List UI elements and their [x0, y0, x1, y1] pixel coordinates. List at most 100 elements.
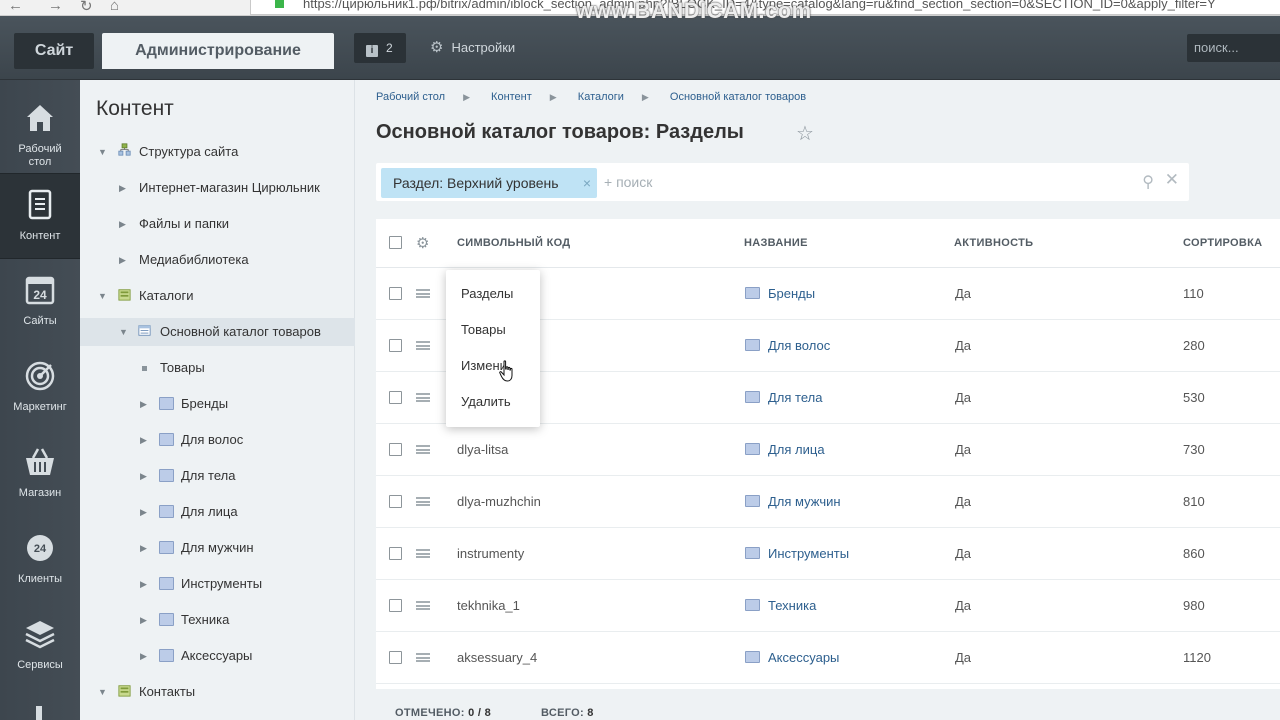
- cell-name-link[interactable]: Техника: [768, 580, 816, 632]
- cell-name-link[interactable]: Бренды: [768, 268, 815, 320]
- admin-tab[interactable]: Администрирование: [102, 33, 334, 69]
- collapsed-arrow-icon[interactable]: ▶: [119, 210, 126, 238]
- search-icon[interactable]: ⚲: [1142, 172, 1154, 192]
- expanded-arrow-icon[interactable]: ▼: [98, 282, 107, 310]
- tree-item-contacts[interactable]: ▼ Контакты: [80, 678, 355, 706]
- tree-item-brands[interactable]: ▶ Бренды: [80, 390, 355, 418]
- collapsed-arrow-icon[interactable]: ▶: [140, 498, 147, 526]
- menu-shop[interactable]: Магазин: [0, 431, 80, 517]
- breadcrumb-link[interactable]: Каталоги: [578, 91, 624, 103]
- row-menu-icon[interactable]: [416, 653, 430, 662]
- clear-icon[interactable]: ✕: [1165, 170, 1179, 190]
- tree-item-shop[interactable]: ▶ Интернет-магазин Цирюльник: [80, 174, 355, 202]
- expanded-arrow-icon[interactable]: ▼: [98, 138, 107, 166]
- tree-item-hair[interactable]: ▶ Для волос: [80, 426, 355, 454]
- context-menu-item-sections[interactable]: Разделы: [461, 286, 513, 301]
- menu-services[interactable]: Сервисы: [0, 603, 80, 689]
- reload-icon[interactable]: ↻: [80, 0, 93, 15]
- tree-item-body[interactable]: ▶ Для тела: [80, 462, 355, 490]
- collapsed-arrow-icon[interactable]: ▶: [119, 174, 126, 202]
- collapsed-arrow-icon[interactable]: ▶: [140, 534, 147, 562]
- site-button[interactable]: Сайт: [14, 33, 94, 69]
- expanded-arrow-icon[interactable]: ▼: [119, 318, 128, 346]
- collapsed-arrow-icon[interactable]: ▶: [140, 390, 147, 418]
- row-checkbox[interactable]: [389, 287, 402, 300]
- close-icon[interactable]: ×: [583, 168, 591, 198]
- filter-chip[interactable]: Раздел: Верхний уровень ×: [381, 168, 597, 198]
- star-icon[interactable]: ☆: [796, 121, 814, 146]
- top-search-input[interactable]: поиск...: [1187, 34, 1280, 62]
- breadcrumb-link[interactable]: Контент: [491, 91, 532, 103]
- row-menu-icon[interactable]: [416, 601, 430, 610]
- row-checkbox[interactable]: [389, 495, 402, 508]
- menu-content[interactable]: Контент: [0, 173, 80, 259]
- column-header[interactable]: СИМВОЛЬНЫЙ КОД: [457, 219, 570, 268]
- table-row[interactable]: tekhnika_1 Техника Да 980: [376, 580, 1280, 632]
- menu-desktop[interactable]: Рабочий стол: [0, 87, 80, 173]
- forward-icon[interactable]: →: [48, 0, 63, 14]
- cell-name-link[interactable]: Аксессуары: [768, 632, 839, 684]
- cell-name-link[interactable]: Для лица: [768, 424, 825, 476]
- notifications-button[interactable]: i2: [354, 33, 406, 63]
- context-menu-item-delete[interactable]: Удалить: [461, 394, 511, 409]
- column-header[interactable]: НАЗВАНИЕ: [744, 219, 808, 268]
- collapsed-arrow-icon[interactable]: ▶: [140, 570, 147, 598]
- row-menu-icon[interactable]: [416, 341, 430, 350]
- collapsed-arrow-icon[interactable]: ▶: [140, 426, 147, 454]
- tree-item-face[interactable]: ▶ Для лица: [80, 498, 355, 526]
- context-menu-item-products[interactable]: Товары: [461, 322, 506, 337]
- expanded-arrow-icon[interactable]: ▼: [98, 678, 107, 706]
- column-header[interactable]: АКТИВНОСТЬ: [954, 219, 1033, 268]
- tree-item-accessories[interactable]: ▶ Аксессуары: [80, 642, 355, 670]
- target-icon: [25, 361, 55, 391]
- filter-search-input[interactable]: + поиск: [604, 163, 652, 201]
- row-checkbox[interactable]: [389, 443, 402, 456]
- row-menu-icon[interactable]: [416, 445, 430, 454]
- menu-sites[interactable]: 24 Сайты: [0, 259, 80, 345]
- collapsed-arrow-icon[interactable]: ▶: [140, 606, 147, 634]
- collapsed-arrow-icon[interactable]: ▶: [119, 246, 126, 274]
- tree-item-catalogs[interactable]: ▼ Каталоги: [80, 282, 355, 310]
- row-checkbox[interactable]: [389, 651, 402, 664]
- row-menu-icon[interactable]: [416, 549, 430, 558]
- tree-item-medialib[interactable]: ▶ Медиабиблиотека: [80, 246, 355, 274]
- gear-icon[interactable]: ⚙: [416, 234, 429, 252]
- tree-item-files[interactable]: ▶ Файлы и папки: [80, 210, 355, 238]
- breadcrumb-link[interactable]: Рабочий стол: [376, 91, 445, 103]
- cell-name-link[interactable]: Инструменты: [768, 528, 849, 580]
- cell-name-link[interactable]: Для волос: [768, 320, 830, 372]
- row-checkbox[interactable]: [389, 547, 402, 560]
- breadcrumb-link[interactable]: Основной каталог товаров: [670, 91, 806, 103]
- row-checkbox[interactable]: [389, 391, 402, 404]
- column-header[interactable]: СОРТИРОВКА: [1183, 219, 1262, 268]
- tree-item-site-structure[interactable]: ▼ Структура сайта: [80, 138, 355, 166]
- home-page-icon[interactable]: ⌂: [110, 0, 119, 14]
- cell-name-link[interactable]: Для тела: [768, 372, 822, 424]
- row-checkbox[interactable]: [389, 599, 402, 612]
- tree-item-men[interactable]: ▶ Для мужчин: [80, 534, 355, 562]
- filter-search-bar[interactable]: Раздел: Верхний уровень × + поиск ⚲ ✕: [376, 163, 1189, 201]
- tree-item-products[interactable]: Товары: [80, 354, 355, 382]
- back-icon[interactable]: ←: [8, 0, 23, 14]
- tree-item-tools[interactable]: ▶ Инструменты: [80, 570, 355, 598]
- row-menu-icon[interactable]: [416, 497, 430, 506]
- table-row[interactable]: dlya-litsa Для лица Да 730: [376, 424, 1280, 476]
- settings-button[interactable]: ⚙ Настройки: [430, 33, 515, 63]
- table-row[interactable]: aksessuary_4 Аксессуары Да 1120: [376, 632, 1280, 684]
- table-row[interactable]: instrumenty Инструменты Да 860: [376, 528, 1280, 580]
- collapsed-arrow-icon[interactable]: ▶: [140, 462, 147, 490]
- menu-marketing[interactable]: Маркетинг: [0, 345, 80, 431]
- cell-name-link[interactable]: Для мужчин: [768, 476, 841, 528]
- row-menu-icon[interactable]: [416, 393, 430, 402]
- table-row[interactable]: dlya-muzhchin Для мужчин Да 810: [376, 476, 1280, 528]
- cell-active: Да: [955, 286, 972, 301]
- menu-clients[interactable]: 24 Клиенты: [0, 517, 80, 603]
- select-all-checkbox[interactable]: [389, 236, 402, 249]
- collapsed-arrow-icon[interactable]: ▶: [140, 642, 147, 670]
- row-checkbox[interactable]: [389, 339, 402, 352]
- cell-sort: 280: [1183, 338, 1205, 353]
- row-menu-icon[interactable]: [416, 289, 430, 298]
- tree-item-main-catalog[interactable]: ▼ Основной каталог товаров: [80, 318, 355, 346]
- analytics-icon[interactable]: [36, 706, 42, 720]
- tree-item-tech[interactable]: ▶ Техника: [80, 606, 355, 634]
